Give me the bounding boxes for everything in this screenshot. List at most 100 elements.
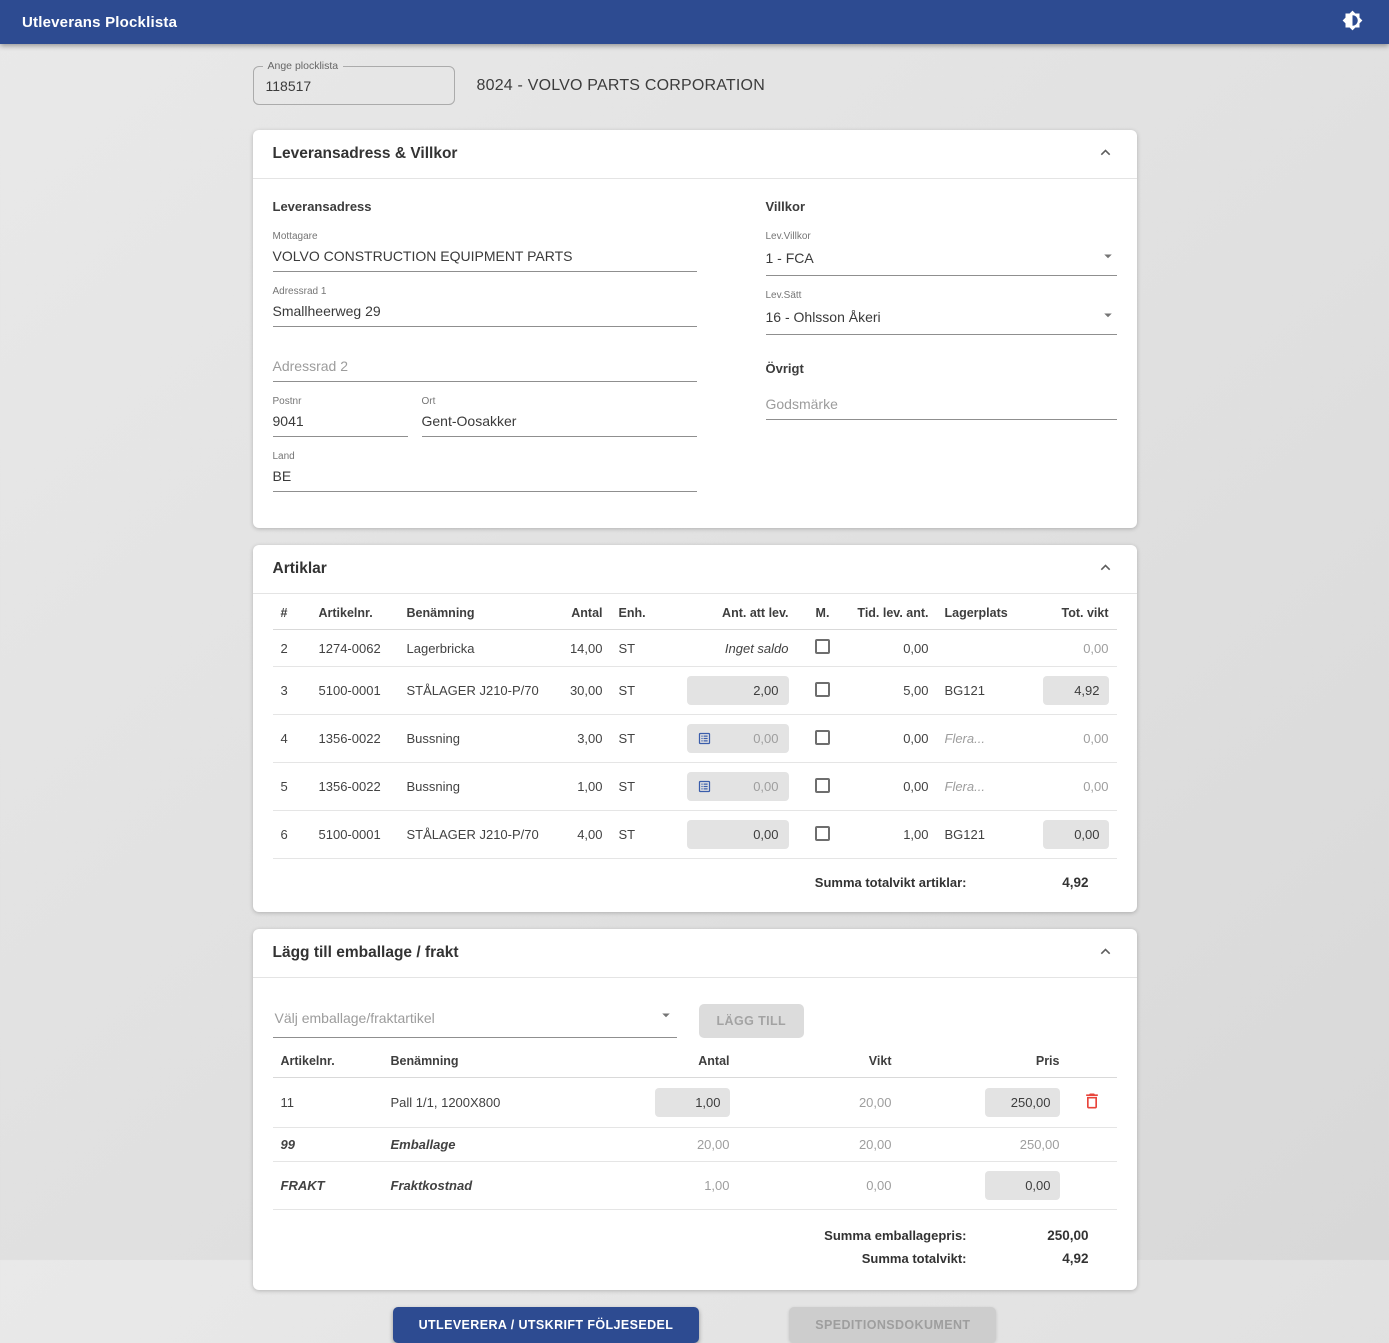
- qty-to-deliver-input[interactable]: 0,00: [687, 772, 789, 801]
- qty-to-deliver-cell: 2,00: [679, 667, 797, 715]
- article-row: 35100-0001STÅLAGER J210-P/7030,00ST2,005…: [273, 667, 1117, 715]
- brightness-medium-icon: [1342, 10, 1363, 34]
- total-weight-input[interactable]: 4,92: [1043, 676, 1109, 705]
- total-weight-input[interactable]: 0,00: [1043, 820, 1109, 849]
- picklist-field[interactable]: Ange plocklista 118517: [253, 66, 455, 105]
- article-description: Bussning: [399, 763, 549, 811]
- article-unit: ST: [611, 715, 679, 763]
- articles-card-title: Artiklar: [273, 560, 327, 578]
- app-bar: Utleverans Plocklista: [0, 0, 1389, 44]
- total-weight: 0,00: [1031, 630, 1117, 667]
- qty-to-deliver-input[interactable]: 2,00: [687, 676, 789, 705]
- packaging-card: Lägg till emballage / frakt Välj emballa…: [253, 929, 1137, 1290]
- articles-card: Artiklar #Artikelnr.BenämningAntalEnh.An…: [253, 545, 1137, 912]
- articles-column-header: Benämning: [399, 594, 549, 630]
- packaging-actions: [1068, 1162, 1117, 1210]
- packaging-price-input[interactable]: 0,00: [985, 1171, 1060, 1200]
- articles-column-header: Tot. vikt: [1031, 594, 1117, 630]
- packaging-price-cell: 0,00: [900, 1162, 1068, 1210]
- article-row: 65100-0001STÅLAGER J210-P/704,00ST0,001,…: [273, 811, 1117, 859]
- packaging-price-cell: 250,00: [900, 1078, 1068, 1128]
- delivery-collapse-button[interactable]: [1094, 141, 1117, 167]
- picklist-input[interactable]: 118517: [266, 78, 312, 94]
- packaging-qty-input[interactable]: 1,00: [655, 1088, 730, 1117]
- article-description: STÅLAGER J210-P/70: [399, 667, 549, 715]
- arrow-drop-down-icon: [657, 1006, 675, 1029]
- qty-to-deliver-input[interactable]: 0,00: [687, 724, 789, 753]
- packaging-weight: 20,00: [738, 1128, 900, 1162]
- field-mottagare[interactable]: Mottagare VOLVO CONSTRUCTION EQUIPMENT P…: [273, 231, 697, 272]
- delete-packaging-button[interactable]: [1078, 1087, 1106, 1118]
- qty-to-deliver-input[interactable]: 0,00: [687, 820, 789, 849]
- article-qty: 1,00: [549, 763, 611, 811]
- mottagare-input[interactable]: VOLVO CONSTRUCTION EQUIPMENT PARTS: [273, 245, 697, 272]
- stock-location: BG121: [937, 811, 1031, 859]
- field-land[interactable]: Land BE: [273, 451, 697, 492]
- packaging-actions-column-header: [1068, 1042, 1117, 1078]
- articles-collapse-button[interactable]: [1094, 556, 1117, 582]
- field-adressrad1[interactable]: Adressrad 1 Smallheerweg 29: [273, 286, 697, 327]
- article-number: 5100-0001: [311, 811, 399, 859]
- previously-delivered-qty: 0,00: [849, 763, 937, 811]
- list-alt-icon: [697, 731, 712, 746]
- previously-delivered-qty: 5,00: [849, 667, 937, 715]
- postnr-input[interactable]: 9041: [273, 410, 408, 437]
- field-godsmarke[interactable]: Godsmärke: [766, 393, 1117, 420]
- packaging-summary-weight-value: 4,92: [967, 1251, 1089, 1266]
- adressrad1-input[interactable]: Smallheerweg 29: [273, 300, 697, 327]
- articles-column-header: Lagerplats: [937, 594, 1031, 630]
- packaging-qty: 1,00: [643, 1162, 738, 1210]
- packaging-column-header: Artikelnr.: [273, 1042, 383, 1078]
- total-weight: 0,00: [1031, 763, 1117, 811]
- shipping-documents-button[interactable]: SPEDITIONSDOKUMENT: [789, 1307, 996, 1343]
- field-ort[interactable]: Ort Gent-Oosakker: [422, 396, 697, 437]
- article-row: 51356-0022Bussning1,00ST0,000,00Flera...…: [273, 763, 1117, 811]
- manual-checkbox[interactable]: [815, 682, 830, 697]
- field-lev-satt[interactable]: Lev.Sätt 16 - Ohlsson Åkeri: [766, 290, 1117, 335]
- chevron-up-icon: [1096, 942, 1115, 964]
- articles-column-header: M.: [797, 594, 849, 630]
- manual-checkbox[interactable]: [815, 639, 830, 654]
- deliver-print-button[interactable]: UTLEVERERA / UTSKRIFT FÖLJESEDEL: [393, 1307, 700, 1343]
- packaging-price-input[interactable]: 250,00: [985, 1088, 1060, 1117]
- article-row: 41356-0022Bussning3,00ST0,000,00Flera...…: [273, 715, 1117, 763]
- article-number: 1356-0022: [311, 715, 399, 763]
- field-lev-villkor[interactable]: Lev.Villkor 1 - FCA: [766, 231, 1117, 276]
- previously-delivered-qty: 1,00: [849, 811, 937, 859]
- article-row-number: 6: [273, 811, 311, 859]
- ovrigt-heading: Övrigt: [766, 361, 1117, 376]
- packaging-article-number: FRAKT: [273, 1162, 383, 1210]
- lev-satt-select[interactable]: 16 - Ohlsson Åkeri: [766, 304, 1117, 335]
- articles-summary-value: 4,92: [967, 875, 1089, 890]
- add-packaging-button[interactable]: LÄGG TILL: [699, 1004, 805, 1038]
- field-postnr[interactable]: Postnr 9041: [273, 396, 408, 437]
- ort-input[interactable]: Gent-Oosakker: [422, 410, 697, 437]
- stock-location: Flera...: [937, 715, 1031, 763]
- articles-column-header: Artikelnr.: [311, 594, 399, 630]
- packaging-row: FRAKTFraktkostnad1,000,000,00: [273, 1162, 1117, 1210]
- customer-name: 8024 - VOLVO PARTS CORPORATION: [477, 77, 765, 95]
- delivery-card-header: Leveransadress & Villkor: [253, 130, 1137, 179]
- delivery-card: Leveransadress & Villkor Leveransadress …: [253, 130, 1137, 528]
- lev-villkor-select[interactable]: 1 - FCA: [766, 245, 1117, 276]
- packaging-article-select[interactable]: Välj emballage/fraktartikel: [273, 1000, 677, 1038]
- packaging-card-header: Lägg till emballage / frakt: [253, 929, 1137, 978]
- article-description: Lagerbricka: [399, 630, 549, 667]
- packaging-summary-price-value: 250,00: [967, 1228, 1089, 1243]
- land-input[interactable]: BE: [273, 465, 697, 492]
- theme-toggle-button[interactable]: [1338, 6, 1367, 38]
- article-number: 5100-0001: [311, 667, 399, 715]
- manual-checkbox[interactable]: [815, 730, 830, 745]
- adressrad2-input[interactable]: Adressrad 2: [273, 355, 697, 382]
- godsmarke-input[interactable]: Godsmärke: [766, 393, 1117, 420]
- packaging-card-title: Lägg till emballage / frakt: [273, 944, 459, 962]
- manual-checkbox[interactable]: [815, 826, 830, 841]
- packaging-weight: 0,00: [738, 1162, 900, 1210]
- manual-checkbox[interactable]: [815, 778, 830, 793]
- article-description: STÅLAGER J210-P/70: [399, 811, 549, 859]
- field-adressrad2[interactable]: Adressrad 2: [273, 341, 697, 382]
- article-row-number: 3: [273, 667, 311, 715]
- manual-cell: [797, 811, 849, 859]
- packaging-collapse-button[interactable]: [1094, 940, 1117, 966]
- previously-delivered-qty: 0,00: [849, 630, 937, 667]
